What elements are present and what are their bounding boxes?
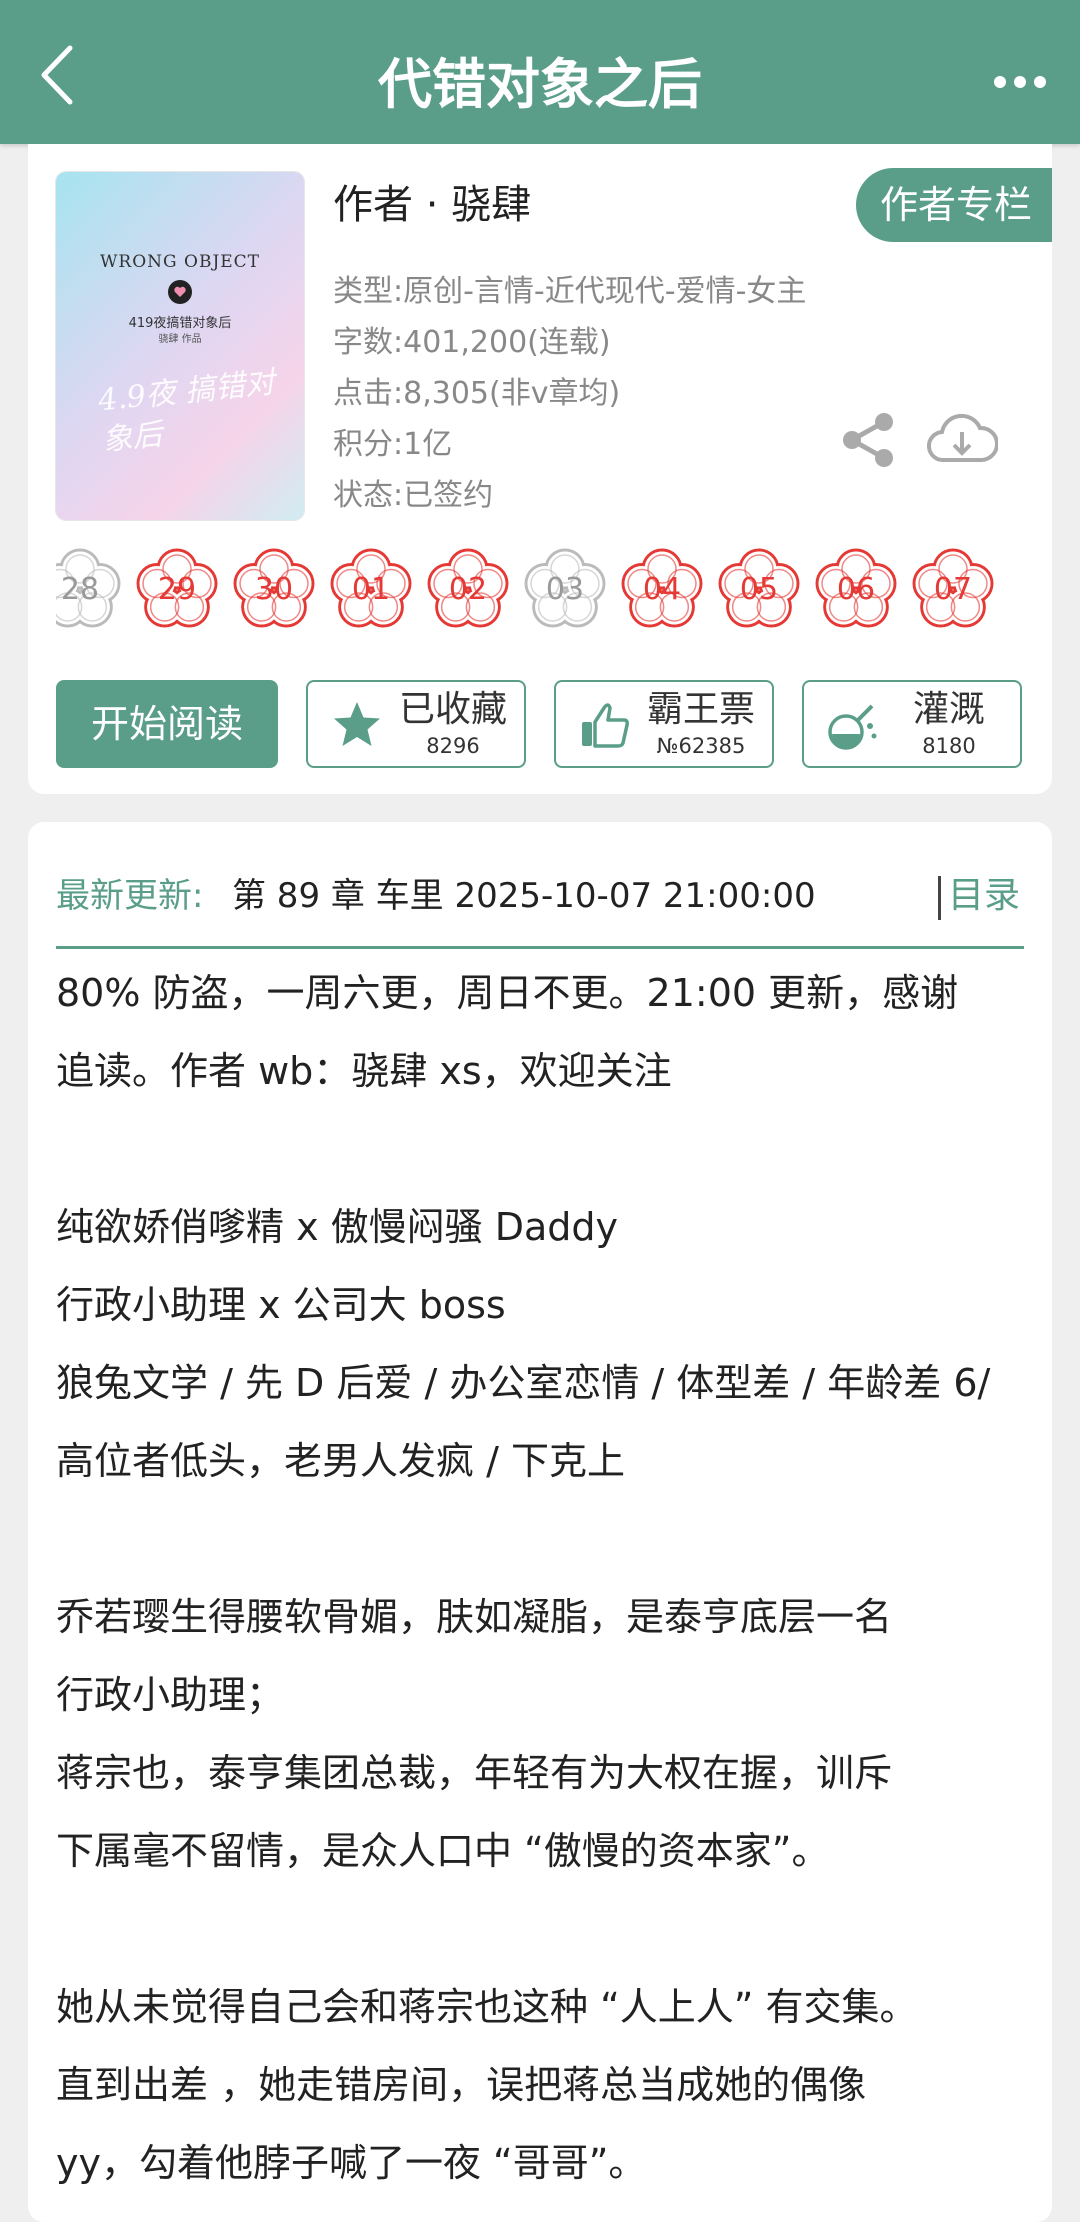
- description-line: 行政小助理；: [56, 1673, 285, 1717]
- flower-day-06: 06: [814, 548, 898, 632]
- latest-chapter[interactable]: 第 89 章 车里 2025-10-07 21:00:00: [232, 872, 816, 920]
- flower-day-label: 28: [60, 572, 100, 607]
- description-line: 她从未觉得自己会和蒋宗也这种 “人上人” 有交集。: [56, 1985, 918, 2029]
- description-line: 下属毫不留情，是众人口中 “傲慢的资本家”。: [56, 1829, 830, 1873]
- description-line: 蒋宗也，泰亨集团总裁，年轻有为大权在握，训斥: [56, 1751, 893, 1795]
- author-name[interactable]: 作者 · 骁肆: [333, 180, 531, 230]
- star-icon: [334, 702, 380, 746]
- flower-day-label: 07: [933, 572, 973, 607]
- description-line: [56, 1110, 1030, 1188]
- info-status: 状态:已签约: [333, 478, 494, 513]
- info-clicks: 点击:8,305(非v章均): [333, 376, 621, 411]
- flower-day-28: 28: [56, 548, 122, 632]
- info-type: 类型:原创-言情-近代现代-爱情-女主: [333, 274, 807, 309]
- more-dots-icon: [994, 76, 1046, 88]
- description-line: 80% 防盗，一周六更，周日不更。21:00 更新，感谢: [56, 971, 959, 1015]
- flower-day-03: 03: [523, 548, 607, 632]
- collect-button[interactable]: 已收藏 8296: [306, 680, 526, 768]
- book-info-list: 类型:原创-言情-近代现代-爱情-女主 字数:401,200(连载) 点击:8,…: [333, 266, 806, 521]
- cover-title: WRONG OBJECT: [99, 252, 261, 272]
- flask-icon: [828, 704, 877, 750]
- cover-author: 骁肆 作品: [158, 334, 202, 345]
- thumbs-up-icon: [582, 703, 629, 748]
- flower-day-label: 06: [836, 572, 876, 607]
- water-button[interactable]: 灌溉 8180: [802, 680, 1022, 768]
- author-column-button[interactable]: 作者专栏: [855, 168, 1052, 242]
- vote-button[interactable]: 霸王票 №62385: [554, 680, 774, 768]
- description-line: [56, 1500, 1030, 1578]
- water-label: 灌溉: [912, 689, 985, 730]
- flower-day-01: 01: [329, 548, 413, 632]
- description-line: yy，勾着他脖子喊了一夜 “哥哥”。: [56, 2141, 647, 2185]
- share-button[interactable]: [840, 412, 896, 468]
- flower-day-05: 05: [717, 548, 801, 632]
- description-line: 行政小助理 x 公司大 boss: [56, 1283, 506, 1327]
- latest-update-bar[interactable]: 最新更新: 第 89 章 车里 2025-10-07 21:00:00 目录: [56, 850, 1024, 949]
- cover-script: 4.9夜 搞错对象后: [96, 365, 277, 459]
- collect-label: 已收藏: [398, 689, 507, 730]
- catalog-link[interactable]: 目录: [948, 872, 1020, 920]
- collect-count: 8296: [426, 734, 480, 758]
- flower-day-07: 07: [911, 548, 995, 632]
- flower-day-04: 04: [620, 548, 704, 632]
- latest-update-label: 最新更新:: [56, 876, 204, 916]
- flower-day-02: 02: [426, 548, 510, 632]
- flower-day-label: 03: [545, 572, 585, 607]
- cloud-download-icon: [926, 413, 999, 463]
- flower-day-label: 04: [642, 572, 682, 607]
- cover-subtitle: 419夜搞错对象后: [128, 316, 232, 331]
- page-title: 代错对象之后: [378, 53, 702, 116]
- water-count: 8180: [922, 734, 976, 758]
- divider: [938, 876, 941, 920]
- flower-day-label: 30: [254, 572, 294, 607]
- book-description: 80% 防盗，一周六更，周日不更。21:00 更新，感谢 追读。作者 wb：骁肆 …: [56, 954, 1030, 2202]
- description-card: 最新更新: 第 89 章 车里 2025-10-07 21:00:00 目录 8…: [28, 822, 1052, 2222]
- description-line: 追读。作者 wb：骁肆 xs，欢迎关注: [56, 1049, 672, 1093]
- share-icon: [843, 413, 893, 467]
- description-line: 直到出差 ，她走错房间，误把蒋总当成她的偶像: [56, 2063, 867, 2107]
- info-word-count: 字数:401,200(连载): [333, 325, 611, 360]
- flower-day-label: 01: [351, 572, 391, 607]
- vote-label: 霸王票: [646, 689, 755, 730]
- heart-icon: [168, 280, 192, 304]
- flower-day-label: 05: [739, 572, 779, 607]
- book-cover[interactable]: WRONG OBJECT 419夜搞错对象后 骁肆 作品 4.9夜 搞错对象后: [56, 172, 304, 520]
- description-line: 纯欲娇俏嗲精 x 傲慢闷骚 Daddy: [56, 1205, 619, 1249]
- more-button[interactable]: [990, 60, 1050, 100]
- vote-count: №62385: [656, 734, 746, 758]
- flower-day-30: 30: [232, 548, 316, 632]
- description-line: [56, 1890, 1030, 1968]
- book-info-card: WRONG OBJECT 419夜搞错对象后 骁肆 作品 4.9夜 搞错对象后 …: [28, 144, 1052, 794]
- description-line: 高位者低头，老男人发疯 / 下克上: [56, 1439, 625, 1483]
- flower-day-label: 02: [448, 572, 488, 607]
- description-line: 乔若璎生得腰软骨媚，肤如凝脂，是泰亨底层一名: [56, 1595, 893, 1639]
- info-score: 积分:1亿: [333, 427, 453, 462]
- description-line: 狼兔文学 / 先 D 后爱 / 办公室恋情 / 体型差 / 年龄差 6/: [56, 1361, 991, 1405]
- top-bar: 代错对象之后: [0, 0, 1080, 144]
- download-button[interactable]: [926, 410, 999, 470]
- flower-day-29: 29: [135, 548, 219, 632]
- flower-day-label: 29: [157, 572, 197, 607]
- start-reading-button[interactable]: 开始阅读: [56, 680, 278, 768]
- flower-calendar: 28 29 30 01 02 03 04 05 06 07: [56, 540, 1022, 634]
